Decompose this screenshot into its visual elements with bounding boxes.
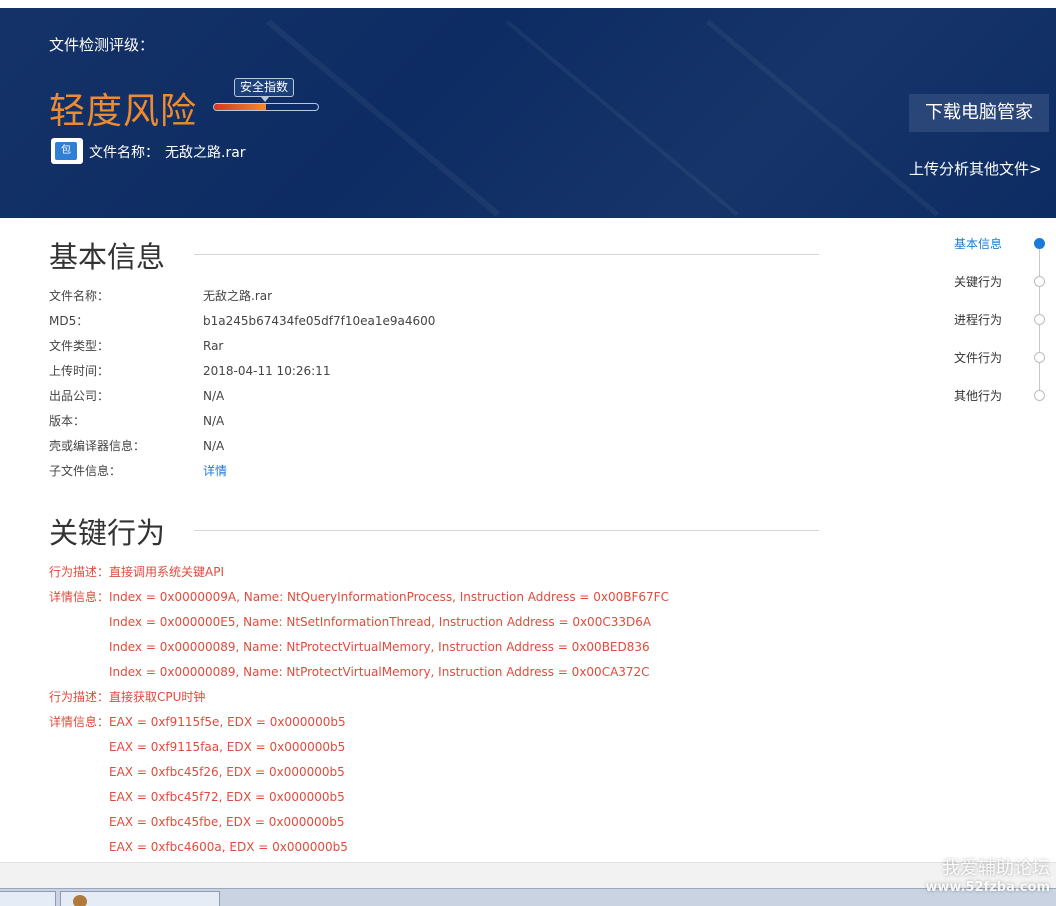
report-header-banner: 文件检测评级： 轻度风险 安全指数 包 文件名称： 无敌之路.rar 下载电脑管家… — [0, 8, 1056, 218]
behavior-value: EAX = 0xf9115f5e, EDX = 0x000000b5 — [109, 715, 346, 729]
info-key: 出品公司： — [49, 389, 110, 403]
behavior-value: EAX = 0xfbc4600a, EDX = 0x000000b5 — [109, 840, 348, 854]
behavior-key: 详情信息： — [49, 590, 110, 604]
info-value: 2018-04-11 10:26:11 — [203, 364, 331, 378]
side-nav-item-process-behavior[interactable]: 进程行为 — [954, 311, 1002, 328]
info-key: 版本： — [49, 414, 86, 428]
behavior-value: EAX = 0xf9115faa, EDX = 0x000000b5 — [109, 740, 346, 754]
info-value: b1a245b67434fe05df7f10ea1e9a4600 — [203, 314, 436, 328]
archive-file-icon: 包 — [51, 138, 83, 164]
info-key: 文件名称： — [49, 289, 110, 303]
safety-index-meter-fill — [214, 104, 266, 110]
info-value: N/A — [203, 439, 225, 453]
behavior-value: Index = 0x00000089, Name: NtProtectVirtu… — [109, 640, 650, 654]
section-divider — [194, 254, 819, 255]
rating-label: 文件检测评级： — [49, 36, 155, 54]
behavior-value: Index = 0x0000009A, Name: NtQueryInforma… — [109, 590, 669, 604]
behavior-key: 详情信息： — [49, 715, 110, 729]
side-nav-item-key-behavior[interactable]: 关键行为 — [954, 273, 1002, 290]
behavior-value: 直接调用系统关键API — [109, 565, 224, 579]
info-value: N/A — [203, 414, 225, 428]
behavior-key: 行为描述： — [49, 690, 110, 704]
banner-decoration — [266, 19, 500, 217]
side-nav-item-basic-info[interactable]: 基本信息 — [954, 235, 1002, 252]
info-key: 子文件信息： — [49, 464, 122, 478]
risk-level-text: 轻度风险 — [49, 91, 198, 132]
basic-info-section-header: 基本信息 — [49, 234, 819, 274]
side-nav-dot-key-behavior[interactable] — [1034, 276, 1045, 287]
behavior-value: EAX = 0xfbc45fbe, EDX = 0x000000b5 — [109, 815, 345, 829]
section-divider — [194, 530, 819, 531]
download-pc-manager-button[interactable]: 下载电脑管家 — [909, 94, 1049, 132]
taskbar-button[interactable] — [0, 891, 56, 906]
page-footer-band — [0, 862, 1056, 888]
watermark-url: www.52fzba.com — [925, 880, 1050, 895]
info-value: Rar — [203, 339, 224, 353]
file-name-row: 文件名称： 无敌之路.rar — [89, 142, 246, 162]
behavior-value: EAX = 0xfbc45f72, EDX = 0x000000b5 — [109, 790, 345, 804]
behavior-value: 直接获取CPU时钟 — [109, 690, 206, 704]
watermark-title: 我爱辅助论坛 — [942, 858, 1050, 879]
file-name-label: 文件名称： — [89, 145, 159, 161]
taskbar — [0, 888, 1056, 906]
sub-file-details-link[interactable]: 详情 — [203, 461, 227, 481]
info-value: 无敌之路.rar — [203, 289, 273, 303]
file-name-value: 无敌之路.rar — [165, 145, 246, 161]
side-nav-dot-file-behavior[interactable] — [1034, 352, 1045, 363]
key-behavior-title: 关键行为 — [49, 516, 166, 550]
banner-decoration — [505, 20, 739, 216]
key-behavior-section-header: 关键行为 — [49, 510, 819, 550]
side-nav-dot-process-behavior[interactable] — [1034, 314, 1045, 325]
side-nav-dot-basic-info[interactable] — [1034, 238, 1045, 249]
side-nav-item-other-behavior[interactable]: 其他行为 — [954, 387, 1002, 404]
info-value: N/A — [203, 389, 225, 403]
banner-decoration — [705, 19, 940, 217]
archive-glyph: 包 — [55, 142, 77, 160]
behavior-value: EAX = 0xfbc45f26, EDX = 0x000000b5 — [109, 765, 345, 779]
site-watermark: 我爱辅助论坛 www.52fzba.com — [925, 858, 1050, 896]
info-key: MD5： — [49, 314, 89, 328]
basic-info-title: 基本信息 — [49, 240, 166, 274]
safety-index-tag: 安全指数 — [234, 78, 295, 102]
side-nav-item-file-behavior[interactable]: 文件行为 — [954, 349, 1002, 366]
info-key: 文件类型： — [49, 339, 110, 353]
app-icon — [73, 895, 87, 906]
behavior-value: Index = 0x00000089, Name: NtProtectVirtu… — [109, 665, 650, 679]
side-nav-dot-other-behavior[interactable] — [1034, 390, 1045, 401]
safety-index-meter — [213, 103, 319, 111]
info-key: 壳或编译器信息： — [49, 439, 146, 453]
behavior-key: 行为描述： — [49, 565, 110, 579]
behavior-value: Index = 0x000000E5, Name: NtSetInformati… — [109, 615, 652, 629]
info-key: 上传时间： — [49, 364, 110, 378]
taskbar-button[interactable] — [60, 891, 220, 906]
upload-other-file-link[interactable]: 上传分析其他文件> — [909, 158, 1042, 179]
